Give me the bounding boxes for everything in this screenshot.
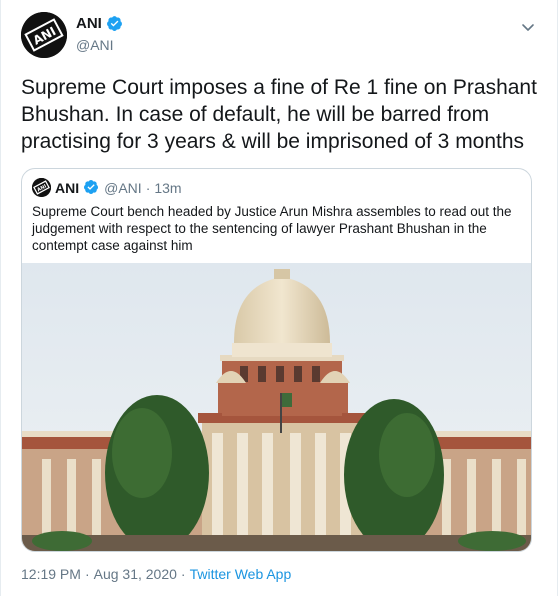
quote-text: Supreme Court bench headed by Justice Ar… xyxy=(32,204,512,253)
tweet-source-link[interactable]: Twitter Web App xyxy=(190,566,292,582)
display-name[interactable]: ANI xyxy=(76,15,102,32)
display-name-row: ANI xyxy=(76,15,123,32)
quote-header: ANI ANI @ANI · 13m xyxy=(32,178,182,197)
quote-time[interactable]: 13m xyxy=(154,180,181,196)
supreme-court-building-photo[interactable] xyxy=(22,263,531,551)
ani-logo-icon[interactable]: ANI xyxy=(21,12,67,58)
quote-separator: · xyxy=(145,179,151,196)
chevron-down-icon[interactable] xyxy=(519,18,537,36)
quote-handle: @ANI xyxy=(104,179,142,196)
tweet-time[interactable]: 12:19 PM xyxy=(21,566,81,582)
tweet-date[interactable]: Aug 31, 2020 xyxy=(94,566,177,582)
quoted-tweet[interactable]: ANI ANI @ANI · 13m Supreme Court bench h… xyxy=(21,168,532,552)
ani-logo-icon: ANI xyxy=(32,178,51,197)
verified-badge-icon xyxy=(106,15,123,32)
tweet-card: ANI ANI @ANI Supreme Court imposes a fin… xyxy=(0,0,558,596)
meta-separator-2: · xyxy=(180,566,186,582)
author-names: ANI @ANI xyxy=(76,15,123,53)
tweet-text: Supreme Court imposes a fine of Re 1 fin… xyxy=(21,76,537,153)
tweet-meta: 12:19 PM · Aug 31, 2020 · Twitter Web Ap… xyxy=(21,566,291,582)
tweet-header: ANI ANI @ANI xyxy=(21,12,539,66)
verified-badge-icon xyxy=(83,179,100,196)
handle[interactable]: @ANI xyxy=(76,37,123,53)
quote-display-name: ANI xyxy=(55,179,80,196)
meta-separator: · xyxy=(84,566,90,582)
